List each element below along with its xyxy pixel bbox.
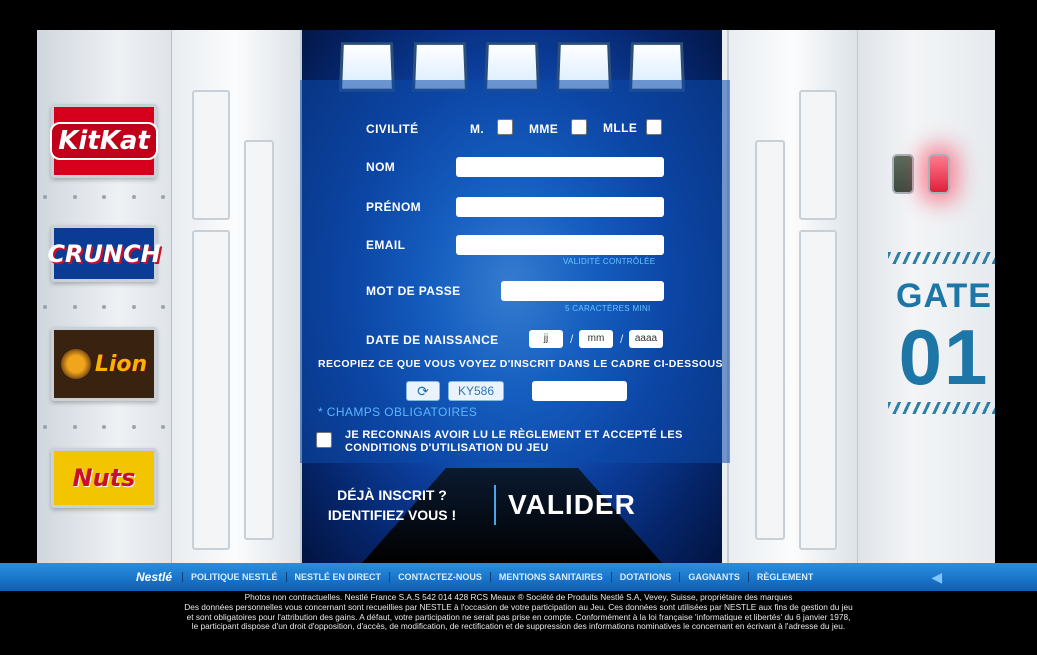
gate-number: 01 bbox=[898, 313, 990, 401]
lion-head-icon bbox=[60, 349, 91, 379]
green-light-icon bbox=[892, 154, 914, 194]
lion-logo-text: Lion bbox=[94, 351, 148, 377]
red-light-icon bbox=[928, 154, 950, 194]
email-label: EMAIL bbox=[366, 238, 406, 252]
mandatory-note: * CHAMPS OBLIGATOIRES bbox=[318, 405, 478, 419]
rules-text-line-2: CONDITIONS D'UTILISATION DU JEU bbox=[345, 442, 549, 454]
nav-politique-nestle[interactable]: POLITIQUE NESTLÉ bbox=[182, 572, 286, 582]
nuts-logo[interactable]: Nuts bbox=[51, 448, 157, 508]
footer-nav: Nestlé POLITIQUE NESTLÉ NESTLÉ EN DIRECT… bbox=[0, 563, 1037, 591]
nom-label: NOM bbox=[366, 160, 396, 174]
civility-option-mlle-label: MLLE bbox=[603, 121, 638, 135]
nom-field[interactable] bbox=[456, 157, 664, 177]
panel-screws bbox=[43, 305, 165, 311]
gate-panel: GATE 01 bbox=[857, 30, 995, 563]
legal-notice: Photos non contractuelles. Nestlé France… bbox=[0, 592, 1037, 655]
panel-screws bbox=[43, 425, 165, 431]
captcha-field[interactable] bbox=[532, 381, 627, 401]
password-label: MOT DE PASSE bbox=[366, 284, 461, 298]
stripe-decoration bbox=[888, 402, 995, 414]
nav-reglement[interactable]: RÈGLEMENT bbox=[747, 572, 822, 582]
date-separator: / bbox=[570, 332, 574, 346]
door-slot bbox=[755, 140, 785, 540]
crunch-logo[interactable]: CRUNCH bbox=[47, 225, 161, 282]
door-slot bbox=[192, 90, 230, 220]
nestle-logo[interactable]: Nestlé bbox=[136, 570, 172, 584]
nuts-logo-text: Nuts bbox=[72, 464, 136, 492]
action-bar: DÉJÀ INSCRIT ? IDENTIFIEZ VOUS ! VALIDER bbox=[302, 477, 700, 533]
legal-line-4: le participant dispose d'un droit d'oppo… bbox=[191, 621, 846, 632]
stripe-decoration bbox=[888, 252, 995, 264]
email-field[interactable] bbox=[456, 235, 664, 255]
rules-text-line-1: JE RECONNAIS AVOIR LU LE RÈGLEMENT ET AC… bbox=[345, 429, 683, 441]
rules-checkbox[interactable] bbox=[316, 432, 332, 448]
kitkat-logo[interactable]: KitKat bbox=[50, 104, 158, 178]
registration-form: CIVILITÉ M. MME MLLE NOM PRÉNOM EMAIL VA… bbox=[300, 80, 730, 463]
birth-day-field[interactable] bbox=[529, 330, 563, 348]
rules-text: JE RECONNAIS AVOIR LU LE RÈGLEMENT ET AC… bbox=[345, 429, 683, 455]
date-separator: / bbox=[620, 332, 624, 346]
nav-dotations[interactable]: DOTATIONS bbox=[610, 572, 680, 582]
door-slot bbox=[799, 90, 837, 220]
civility-m-checkbox[interactable] bbox=[497, 119, 513, 135]
birthdate-label: DATE DE NAISSANCE bbox=[366, 333, 499, 347]
login-link[interactable]: DÉJÀ INSCRIT ? IDENTIFIEZ VOUS ! bbox=[302, 485, 482, 525]
refresh-icon[interactable]: ⟳ bbox=[406, 381, 440, 401]
validate-button[interactable]: VALIDER bbox=[508, 489, 636, 521]
door-frame-right bbox=[727, 30, 857, 563]
email-hint: VALIDITÉ CONTRÔLÉE bbox=[563, 257, 656, 266]
door-frame-left bbox=[172, 30, 302, 563]
civility-option-m-label: M. bbox=[470, 122, 485, 136]
civility-option-mme-label: MME bbox=[529, 122, 559, 136]
login-line-1: DÉJÀ INSCRIT ? bbox=[337, 487, 447, 503]
civility-mlle-checkbox[interactable] bbox=[646, 119, 662, 135]
login-line-2: IDENTIFIEZ VOUS ! bbox=[327, 507, 457, 523]
nav-nestle-en-direct[interactable]: NESTLÉ EN DIRECT bbox=[285, 572, 390, 582]
nav-contactez-nous[interactable]: CONTACTEZ-NOUS bbox=[389, 572, 490, 582]
password-hint: 5 CARACTÈRES MINI bbox=[565, 304, 651, 313]
panel-screws bbox=[43, 195, 165, 201]
door-slot bbox=[192, 230, 230, 550]
door-slot bbox=[799, 230, 837, 550]
birth-year-field[interactable] bbox=[629, 330, 663, 348]
brand-panel: KitKat CRUNCH Lion Nuts bbox=[37, 30, 172, 563]
nav-mentions-sanitaires[interactable]: MENTIONS SANITAIRES bbox=[489, 572, 611, 582]
crunch-logo-text: CRUNCH bbox=[47, 239, 161, 268]
captcha-code: KY586 bbox=[448, 381, 504, 401]
birth-month-field[interactable] bbox=[579, 330, 613, 348]
prenom-field[interactable] bbox=[456, 197, 664, 217]
captcha-instruction: RECOPIEZ CE QUE VOUS VOYEZ D'INSCRIT DAN… bbox=[318, 358, 723, 370]
nav-gagnants[interactable]: GAGNANTS bbox=[679, 572, 748, 582]
civility-label: CIVILITÉ bbox=[366, 122, 419, 136]
speaker-icon[interactable]: ◀ bbox=[931, 569, 947, 585]
lion-logo[interactable]: Lion bbox=[51, 327, 157, 401]
prenom-label: PRÉNOM bbox=[366, 200, 422, 214]
kitkat-logo-text: KitKat bbox=[50, 122, 158, 160]
password-field[interactable] bbox=[501, 281, 664, 301]
door-slot bbox=[244, 140, 274, 540]
civility-mme-checkbox[interactable] bbox=[571, 119, 587, 135]
gate-label: GATE bbox=[896, 277, 992, 315]
action-divider bbox=[494, 485, 496, 525]
